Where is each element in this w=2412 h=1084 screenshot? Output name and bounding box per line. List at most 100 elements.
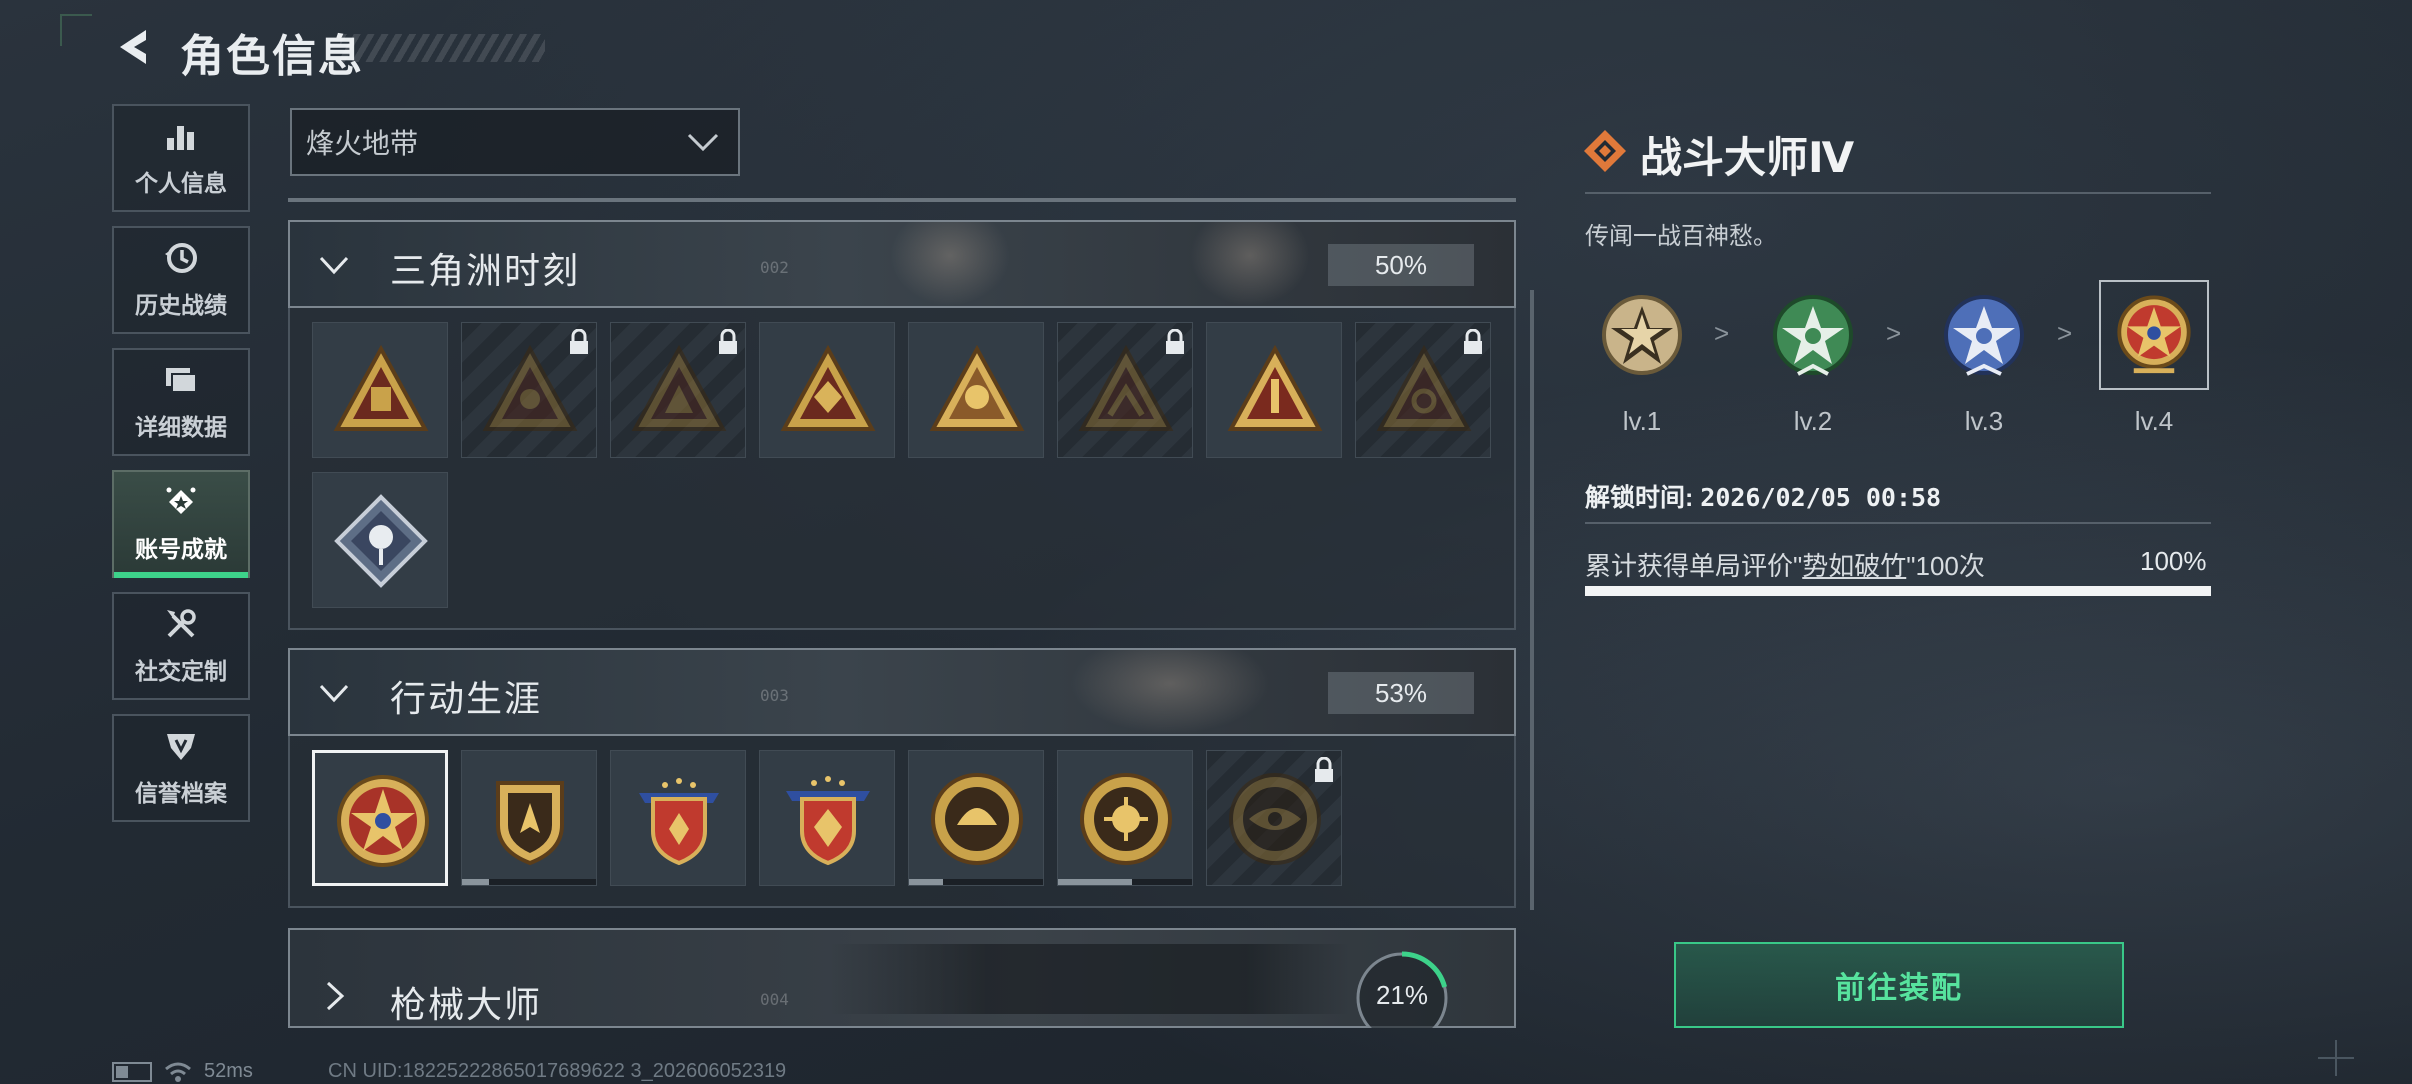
badge-tile[interactable] (1206, 322, 1342, 458)
previous-section-edge (288, 198, 1516, 202)
unlock-time-label: 解锁时间: (1585, 484, 1694, 512)
achievement-condition: 累计获得单局评价"势如破竹"100次 (1585, 546, 1985, 583)
go-equip-button[interactable]: 前往装配 (1674, 942, 2124, 1028)
star-medal-icon (1944, 295, 2024, 376)
mode-filter-dropdown[interactable]: 烽火地带 (290, 108, 740, 176)
level-label: lv.4 (2134, 406, 2174, 436)
winged-shield-medal-icon (639, 778, 719, 866)
combat-master-medal-icon (2117, 295, 2191, 374)
list-scrollbar[interactable] (1530, 290, 1534, 910)
unlock-time: 解锁时间: 2026/02/05 00:58 (1585, 478, 1941, 514)
level-badge[interactable] (1929, 280, 2039, 390)
winged-shield-gold-medal-icon (786, 776, 870, 866)
back-button[interactable] (112, 24, 158, 70)
divider (1585, 522, 2211, 524)
sidebar-item-reputation[interactable]: 信誉档案 (112, 714, 250, 822)
bar-chart-icon (167, 126, 194, 150)
status-bar: 52ms (112, 1060, 253, 1083)
round-skull-medal-icon (1080, 773, 1172, 865)
section-percent: 53% (1328, 672, 1474, 714)
chevron-down-icon (319, 256, 349, 275)
triangle-medal-icon (1227, 344, 1323, 431)
chevron-right-icon (326, 981, 345, 1011)
tools-icon (167, 609, 196, 638)
badge-tile[interactable] (1057, 322, 1193, 458)
lock-icon (1315, 757, 1333, 782)
divider (1585, 192, 2211, 194)
level-badge-selected[interactable] (2099, 280, 2209, 390)
badge-grid-delta-moments (288, 308, 1516, 630)
badge-tile-selected[interactable] (312, 750, 448, 886)
badge-tile[interactable] (312, 322, 448, 458)
badge-tile[interactable] (1057, 750, 1193, 886)
level-badge[interactable] (1758, 280, 1868, 390)
badge-progress (462, 879, 596, 885)
level-badge[interactable] (1587, 280, 1697, 390)
sidebar-item-social[interactable]: 社交定制 (112, 592, 250, 700)
badge-tile[interactable] (610, 750, 746, 886)
badge-tile[interactable] (908, 750, 1044, 886)
triangle-medal-icon (780, 344, 876, 431)
chevron-down-icon (319, 684, 349, 703)
achievement-diamond-icon (1584, 130, 1626, 172)
triangle-medal-icon (1078, 344, 1174, 431)
sidebar-item-label: 信誉档案 (135, 780, 227, 806)
level-arrow: > (1886, 318, 1902, 348)
section-header-weapon-master[interactable]: 枪械大师 004 21% (288, 928, 1516, 1028)
triangle-medal-icon (482, 344, 578, 431)
section-number: 004 (760, 990, 789, 1009)
triangle-medal-icon (333, 344, 429, 431)
level-label: lv.2 (1793, 406, 1833, 436)
section-title: 三角洲时刻 (390, 250, 581, 291)
badge-tile[interactable] (759, 750, 895, 886)
section-header-delta-moments[interactable]: 三角洲时刻 002 50% (288, 220, 1516, 308)
badge-tile[interactable] (1355, 322, 1491, 458)
badge-grid-career (288, 736, 1516, 908)
badge-tile[interactable] (908, 322, 1044, 458)
condition-percent: 100% (2140, 546, 2207, 576)
character-art (890, 222, 1010, 306)
crosshair-icon (2318, 1040, 2354, 1076)
badge-tile[interactable] (461, 322, 597, 458)
level-arrow: > (2057, 318, 2073, 348)
lock-icon (1166, 329, 1184, 354)
badge-tile[interactable] (759, 322, 895, 458)
sidebar-item-detailed-data[interactable]: 详细数据 (112, 348, 250, 456)
section-percent: 50% (1328, 244, 1474, 286)
achievement-description: 传闻一战百神愁。 (1585, 223, 1777, 250)
sidebar-item-label: 账号成就 (135, 536, 227, 562)
sidebar-item-personal-info[interactable]: 个人信息 (112, 104, 250, 212)
achievement-list[interactable]: 三角洲时刻 002 50% 行动生涯 003 53% 枪械大师 004 21% (288, 198, 1518, 1028)
badge-progress (909, 879, 1043, 885)
achievement-icon (166, 487, 196, 514)
dropdown-selected-value: 烽火地带 (306, 128, 419, 159)
shield-emblem-icon (167, 734, 195, 760)
achievement-title: 战斗大师Ⅳ (1640, 134, 1855, 181)
condition-prefix: 累计获得单局评价" (1585, 551, 1803, 581)
history-clock-icon (165, 243, 197, 273)
ping-value: 52ms (204, 1060, 253, 1082)
condition-suffix: "100次 (1906, 551, 1985, 581)
badge-tile[interactable] (461, 750, 597, 886)
sidebar-item-history[interactable]: 历史战绩 (112, 226, 250, 334)
chevron-down-icon (687, 133, 719, 152)
soldier-art (1070, 650, 1270, 734)
badge-tile[interactable] (1206, 750, 1342, 886)
wifi-icon (165, 1062, 191, 1082)
title-stripes-decoration (340, 34, 545, 62)
section-header-career[interactable]: 行动生涯 003 53% (288, 648, 1516, 736)
star-medal-icon (1773, 295, 1853, 376)
badge-tile[interactable] (610, 322, 746, 458)
shield-medal-icon (496, 781, 564, 866)
badge-tile[interactable] (312, 472, 448, 608)
corner-decoration (60, 14, 92, 46)
diamond-rose-medal-icon (334, 494, 428, 588)
triangle-medal-icon (1376, 344, 1472, 431)
page-title: 角色信息 (180, 32, 364, 81)
unlock-time-value: 2026/02/05 00:58 (1700, 483, 1942, 512)
section-percent: 21% (1375, 980, 1429, 1010)
sidebar-item-achievements[interactable]: 账号成就 (112, 470, 250, 578)
section-number: 002 (760, 258, 789, 277)
level-label: lv.3 (1964, 406, 2004, 436)
sidebar-item-label: 历史战绩 (135, 292, 227, 318)
